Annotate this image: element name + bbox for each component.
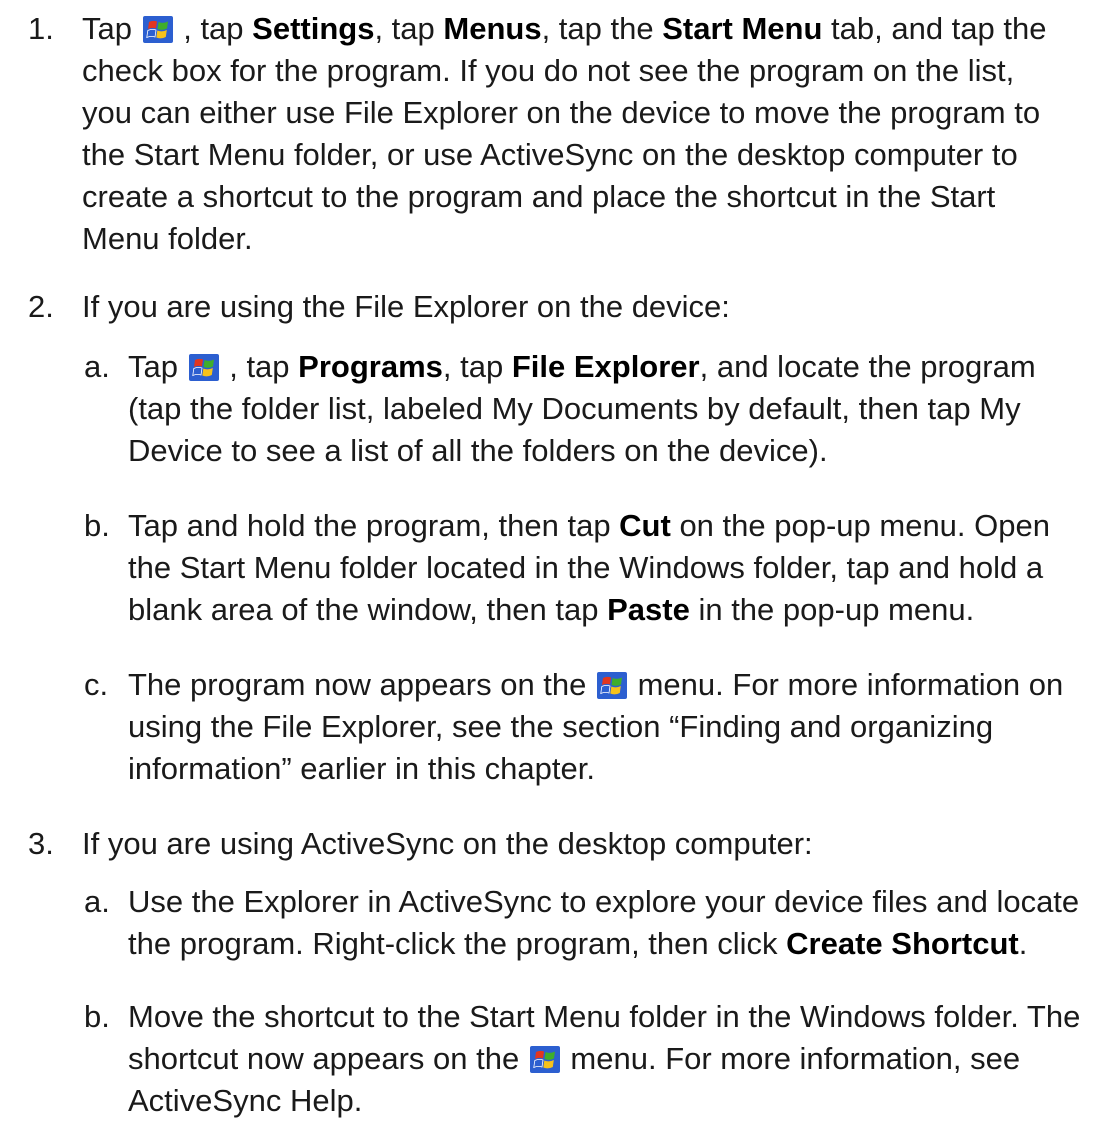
ui-term-settings: Settings bbox=[252, 11, 375, 46]
step-line: create a shortcut to the program and pla… bbox=[82, 179, 996, 214]
text-run: The program now appears on the bbox=[128, 667, 595, 702]
text-run: Tap bbox=[128, 349, 187, 384]
substep-line: information” earlier in this chapter. bbox=[128, 751, 595, 786]
document-page: 1. Tap , tap Settings, tap Menus, tap th… bbox=[0, 0, 1120, 1126]
substep-2a: a. Tap , tap Programs, tap File Explorer… bbox=[84, 346, 1120, 472]
substep-text: Tap , tap Programs, tap File Explorer, a… bbox=[128, 346, 1120, 472]
substep-letter: a. bbox=[84, 349, 110, 384]
step-line: If you are using ActiveSync on the deskt… bbox=[82, 826, 813, 861]
windows-start-flag-icon bbox=[597, 672, 627, 699]
substep-letter: a. bbox=[84, 884, 110, 919]
text-run: blank area of the window, then tap bbox=[128, 592, 608, 627]
substep-text: Use the Explorer in ActiveSync to explor… bbox=[128, 881, 1120, 965]
step-line: you can either use File Explorer on the … bbox=[82, 95, 1041, 130]
text-run: the program. Right-click the program, th… bbox=[128, 926, 787, 961]
text-run: menu. For more information on bbox=[629, 667, 1064, 702]
step-line: Tap , tap Settings, tap Menus, tap the S… bbox=[82, 8, 1120, 50]
step-line: check box for the program. If you do not… bbox=[82, 53, 1015, 88]
substep-line: Tap and hold the program, then tap Cut o… bbox=[128, 505, 1120, 547]
text-run: shortcut now appears on the bbox=[128, 1041, 528, 1076]
substep-line: Device to see a list of all the folders … bbox=[128, 433, 828, 468]
step-number: 2. bbox=[28, 289, 54, 324]
step-number: 3. bbox=[28, 826, 54, 861]
step-line: If you are using the File Explorer on th… bbox=[82, 289, 730, 324]
substep-line: ActiveSync Help. bbox=[128, 1083, 363, 1118]
substep-text: Tap and hold the program, then tap Cut o… bbox=[128, 505, 1120, 631]
substep-line: shortcut now appears on the menu. For mo… bbox=[128, 1038, 1120, 1080]
windows-start-flag-icon bbox=[142, 16, 173, 43]
substep-2c: c. The program now appears on the menu. … bbox=[84, 664, 1120, 790]
ui-term-menus: Menus bbox=[443, 11, 542, 46]
text-run: , tap bbox=[220, 349, 299, 384]
step-1: 1. Tap , tap Settings, tap Menus, tap th… bbox=[28, 8, 1120, 260]
ui-term-create-shortcut: Create Shortcut bbox=[786, 926, 1019, 961]
text-run: , tap bbox=[174, 11, 253, 46]
substep-letter: c. bbox=[84, 667, 109, 702]
ui-term-start-menu: Start Menu bbox=[662, 11, 823, 46]
substep-2b: b. Tap and hold the program, then tap Cu… bbox=[84, 505, 1120, 631]
text-run: tab, and tap the bbox=[822, 11, 1047, 46]
windows-start-flag-icon bbox=[529, 1046, 560, 1073]
substep-line: blank area of the window, then tap Paste… bbox=[128, 589, 1120, 631]
ui-term-programs: Programs bbox=[298, 349, 443, 384]
text-run: Tap bbox=[82, 11, 141, 46]
text-run: Tap and hold the program, then tap bbox=[128, 508, 620, 543]
text-run: menu. For more information, see bbox=[561, 1041, 1021, 1076]
step-3: 3. If you are using ActiveSync on the de… bbox=[28, 823, 1120, 865]
text-run: , and locate the program bbox=[699, 349, 1036, 384]
step-number: 1. bbox=[28, 11, 54, 46]
substep-line: Move the shortcut to the Start Menu fold… bbox=[128, 999, 1081, 1034]
step-text: If you are using ActiveSync on the deskt… bbox=[82, 823, 1120, 865]
substep-line: Use the Explorer in ActiveSync to explor… bbox=[128, 884, 1080, 919]
substep-line: The program now appears on the menu. For… bbox=[128, 664, 1120, 706]
step-line: the Start Menu folder, or use ActiveSync… bbox=[82, 137, 1018, 172]
ui-term-file-explorer: File Explorer bbox=[511, 349, 700, 384]
substep-line: the Start Menu folder located in the Win… bbox=[128, 550, 1044, 585]
substep-line: (tap the folder list, labeled My Documen… bbox=[128, 391, 1021, 426]
text-run: on the pop-up menu. Open bbox=[670, 508, 1050, 543]
substep-line: Tap , tap Programs, tap File Explorer, a… bbox=[128, 346, 1120, 388]
text-run: , tap the bbox=[541, 11, 663, 46]
windows-start-flag-icon bbox=[188, 354, 219, 381]
substep-3b: b. Move the shortcut to the Start Menu f… bbox=[84, 996, 1120, 1122]
substep-letter: b. bbox=[84, 508, 110, 543]
substep-text: The program now appears on the menu. For… bbox=[128, 664, 1120, 790]
substep-text: Move the shortcut to the Start Menu fold… bbox=[128, 996, 1120, 1122]
ui-term-cut: Cut bbox=[619, 508, 671, 543]
step-line: Menu folder. bbox=[82, 221, 253, 256]
substep-line: the program. Right-click the program, th… bbox=[128, 923, 1120, 965]
text-run: , tap bbox=[442, 349, 512, 384]
substep-line: using the File Explorer, see the section… bbox=[128, 709, 994, 744]
step-text: If you are using the File Explorer on th… bbox=[82, 286, 1120, 328]
substep-letter: b. bbox=[84, 999, 110, 1034]
step-text: Tap , tap Settings, tap Menus, tap the S… bbox=[82, 8, 1120, 260]
text-run: in the pop-up menu. bbox=[689, 592, 975, 627]
ui-term-paste: Paste bbox=[607, 592, 690, 627]
text-run: . bbox=[1018, 926, 1028, 961]
substep-3a: a. Use the Explorer in ActiveSync to exp… bbox=[84, 881, 1120, 965]
text-run: , tap bbox=[374, 11, 444, 46]
step-2: 2. If you are using the File Explorer on… bbox=[28, 286, 1120, 328]
